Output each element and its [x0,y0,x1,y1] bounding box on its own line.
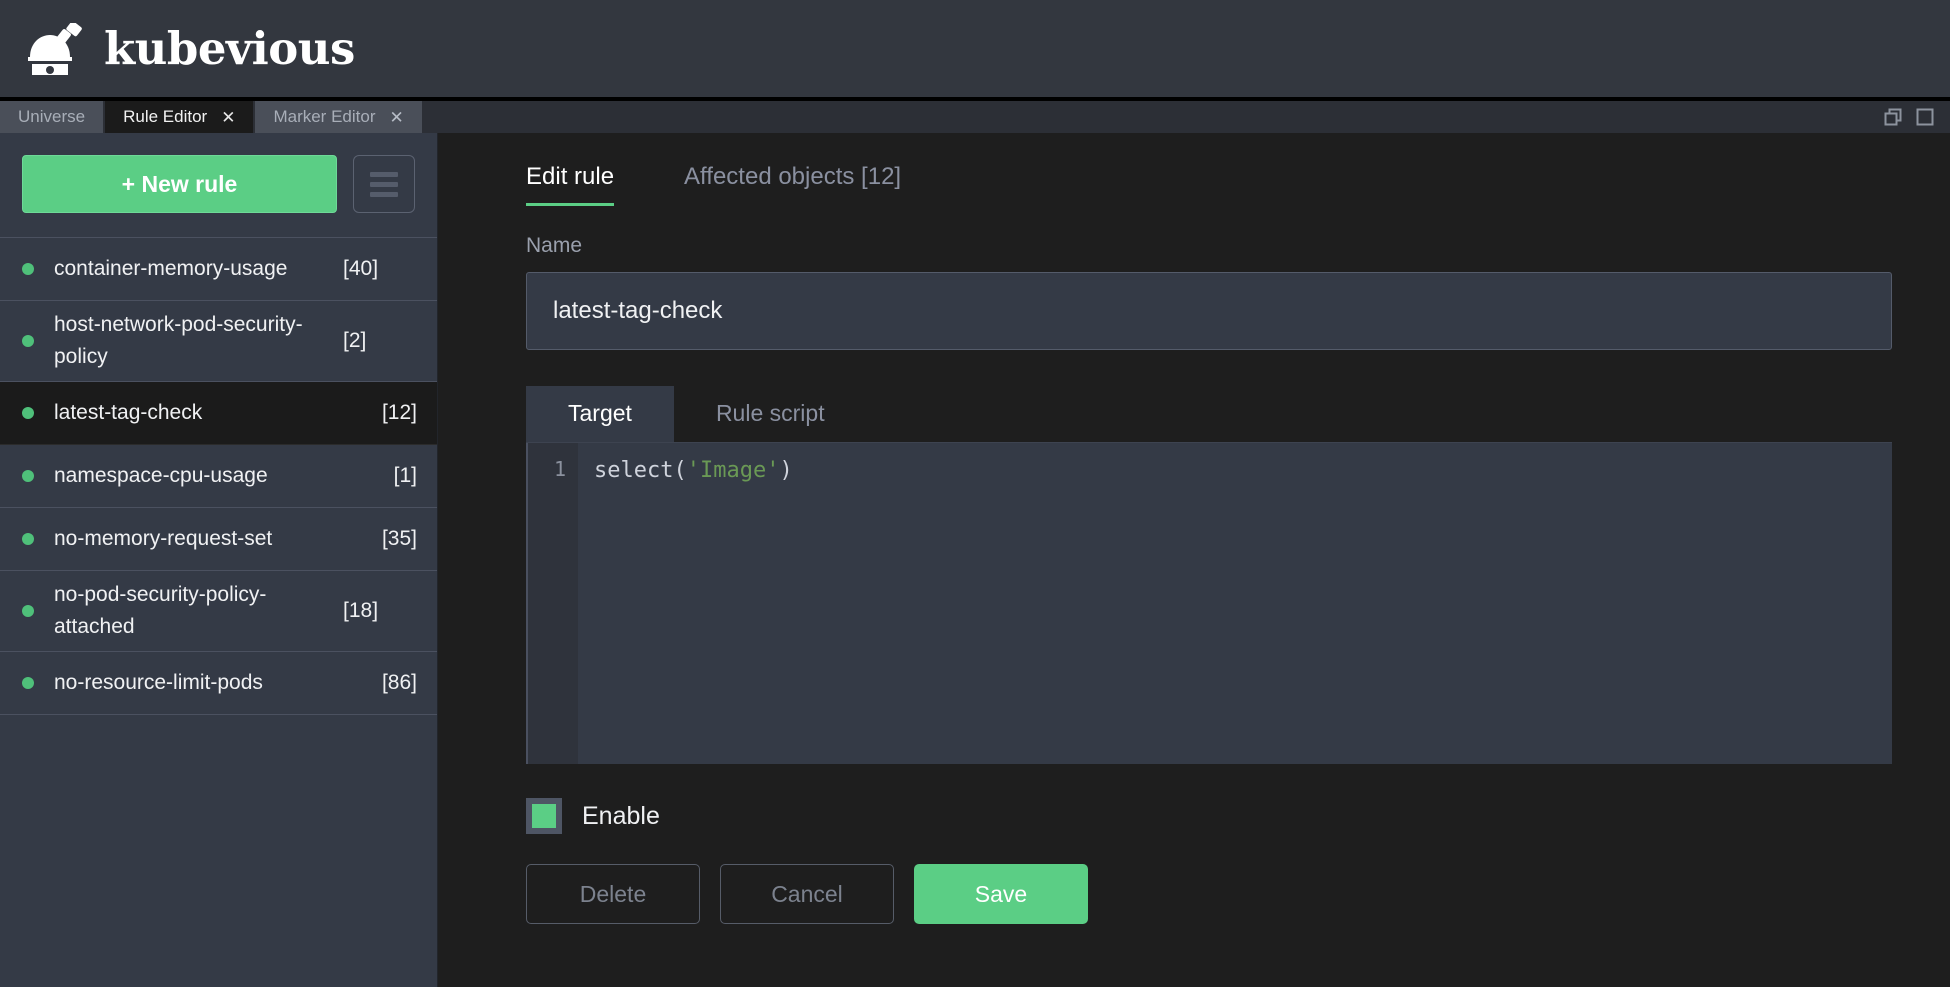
line-number-gutter: 1 [526,443,578,764]
new-rule-button[interactable]: + New rule [22,155,337,213]
rule-name: no-pod-security-policy-attached [54,583,267,638]
brand-name: kubevious [104,22,355,75]
rule-count-badge: [1] [393,464,417,487]
rule-name: namespace-cpu-usage [54,464,268,487]
tab-edit-rule[interactable]: Edit rule [526,163,615,206]
tab-rule-editor[interactable]: Rule Editor ✕ [105,101,256,133]
tab-rule-script[interactable]: Rule script [674,386,867,442]
sidebar-toolbar: + New rule [0,133,437,238]
rule-count-badge: [35] [381,527,417,550]
tab-universe-label: Universe [18,107,86,126]
observatory-dome-icon [28,22,82,75]
hamburger-bar [370,181,398,187]
enable-row: Enable [526,798,1892,834]
rule-count-badge: [12] [381,401,417,424]
list-item[interactable]: no-pod-security-policy-attached [18] [0,571,437,652]
list-item[interactable]: host-network-pod-security-policy [2] [0,301,437,382]
status-dot-icon [22,605,34,617]
tab-target[interactable]: Target [526,386,674,442]
tabstrip-spacer [423,101,1884,133]
maximize-window-icon[interactable] [1916,108,1934,126]
list-item[interactable]: namespace-cpu-usage [1] [0,445,437,508]
hamburger-bar [370,191,398,197]
code-editor[interactable]: 1 select('Image') [526,442,1892,764]
list-item[interactable]: no-resource-limit-pods [86] [0,652,437,715]
hamburger-menu-icon[interactable] [353,155,415,213]
code-editor-tabs: Target Rule script [526,386,1892,442]
rule-form: Name Target Rule script 1 select('Image'… [438,206,1950,987]
rule-name: no-memory-request-set [54,527,273,550]
status-dot-icon [22,335,34,347]
rule-name: host-network-pod-security-policy [54,313,303,368]
hamburger-bar [370,171,398,177]
save-button[interactable]: Save [914,864,1088,924]
restore-windows-icon[interactable] [1884,108,1902,126]
rule-editor-panel: Edit rule Affected objects [12] Name Tar… [438,133,1950,987]
status-dot-icon [22,470,34,482]
tab-universe[interactable]: Universe [0,101,106,133]
cancel-button[interactable]: Cancel [720,864,894,924]
app-header: kubevious [0,0,1950,101]
checkbox-checked-indicator [532,804,556,828]
rule-count-badge: [2] [343,329,367,352]
code-token-string: 'Image' [686,458,780,483]
rule-count-badge: [40] [343,257,379,280]
close-icon[interactable]: ✕ [389,109,403,126]
code-editor-block: Target Rule script 1 select('Image') [526,386,1892,764]
form-actions: Delete Cancel Save [526,864,1892,950]
status-dot-icon [22,407,34,419]
delete-button[interactable]: Delete [526,864,700,924]
tab-rule-editor-label: Rule Editor [123,107,208,126]
name-field-label: Name [526,234,583,257]
rule-name: container-memory-usage [54,257,288,280]
code-token-close-paren: ) [779,458,793,483]
rule-name: latest-tag-check [54,401,203,424]
rule-count-badge: [86] [381,671,417,694]
rule-count-badge: [18] [343,599,379,622]
tab-affected-objects[interactable]: Affected objects [12] [684,163,901,206]
status-dot-icon [22,263,34,275]
code-token-function: select( [594,458,687,483]
list-item[interactable]: container-memory-usage [40] [0,238,437,301]
enable-checkbox[interactable] [526,798,562,834]
close-icon[interactable]: ✕ [221,109,235,126]
rule-name: no-resource-limit-pods [54,671,263,694]
rule-list: container-memory-usage [40] host-network… [0,238,437,987]
rules-sidebar: + New rule container-memory-usage [40] h… [0,133,438,987]
tab-marker-editor-label: Marker Editor [273,107,376,126]
window-controls [1884,101,1950,133]
list-item-selected[interactable]: latest-tag-check [12] [0,382,437,445]
tab-marker-editor[interactable]: Marker Editor ✕ [255,101,424,133]
enable-label: Enable [582,801,660,830]
status-dot-icon [22,677,34,689]
status-dot-icon [22,533,34,545]
editor-section-tabs: Edit rule Affected objects [12] [438,163,1950,206]
rule-name-input[interactable] [526,272,1892,350]
code-content[interactable]: select('Image') [578,443,1892,764]
kubevious-app: kubevious Universe Rule Editor ✕ Marker … [0,0,1950,987]
app-body: + New rule container-memory-usage [40] h… [0,133,1950,987]
list-item[interactable]: no-memory-request-set [35] [0,508,437,571]
window-tabstrip: Universe Rule Editor ✕ Marker Editor ✕ [0,101,1950,133]
